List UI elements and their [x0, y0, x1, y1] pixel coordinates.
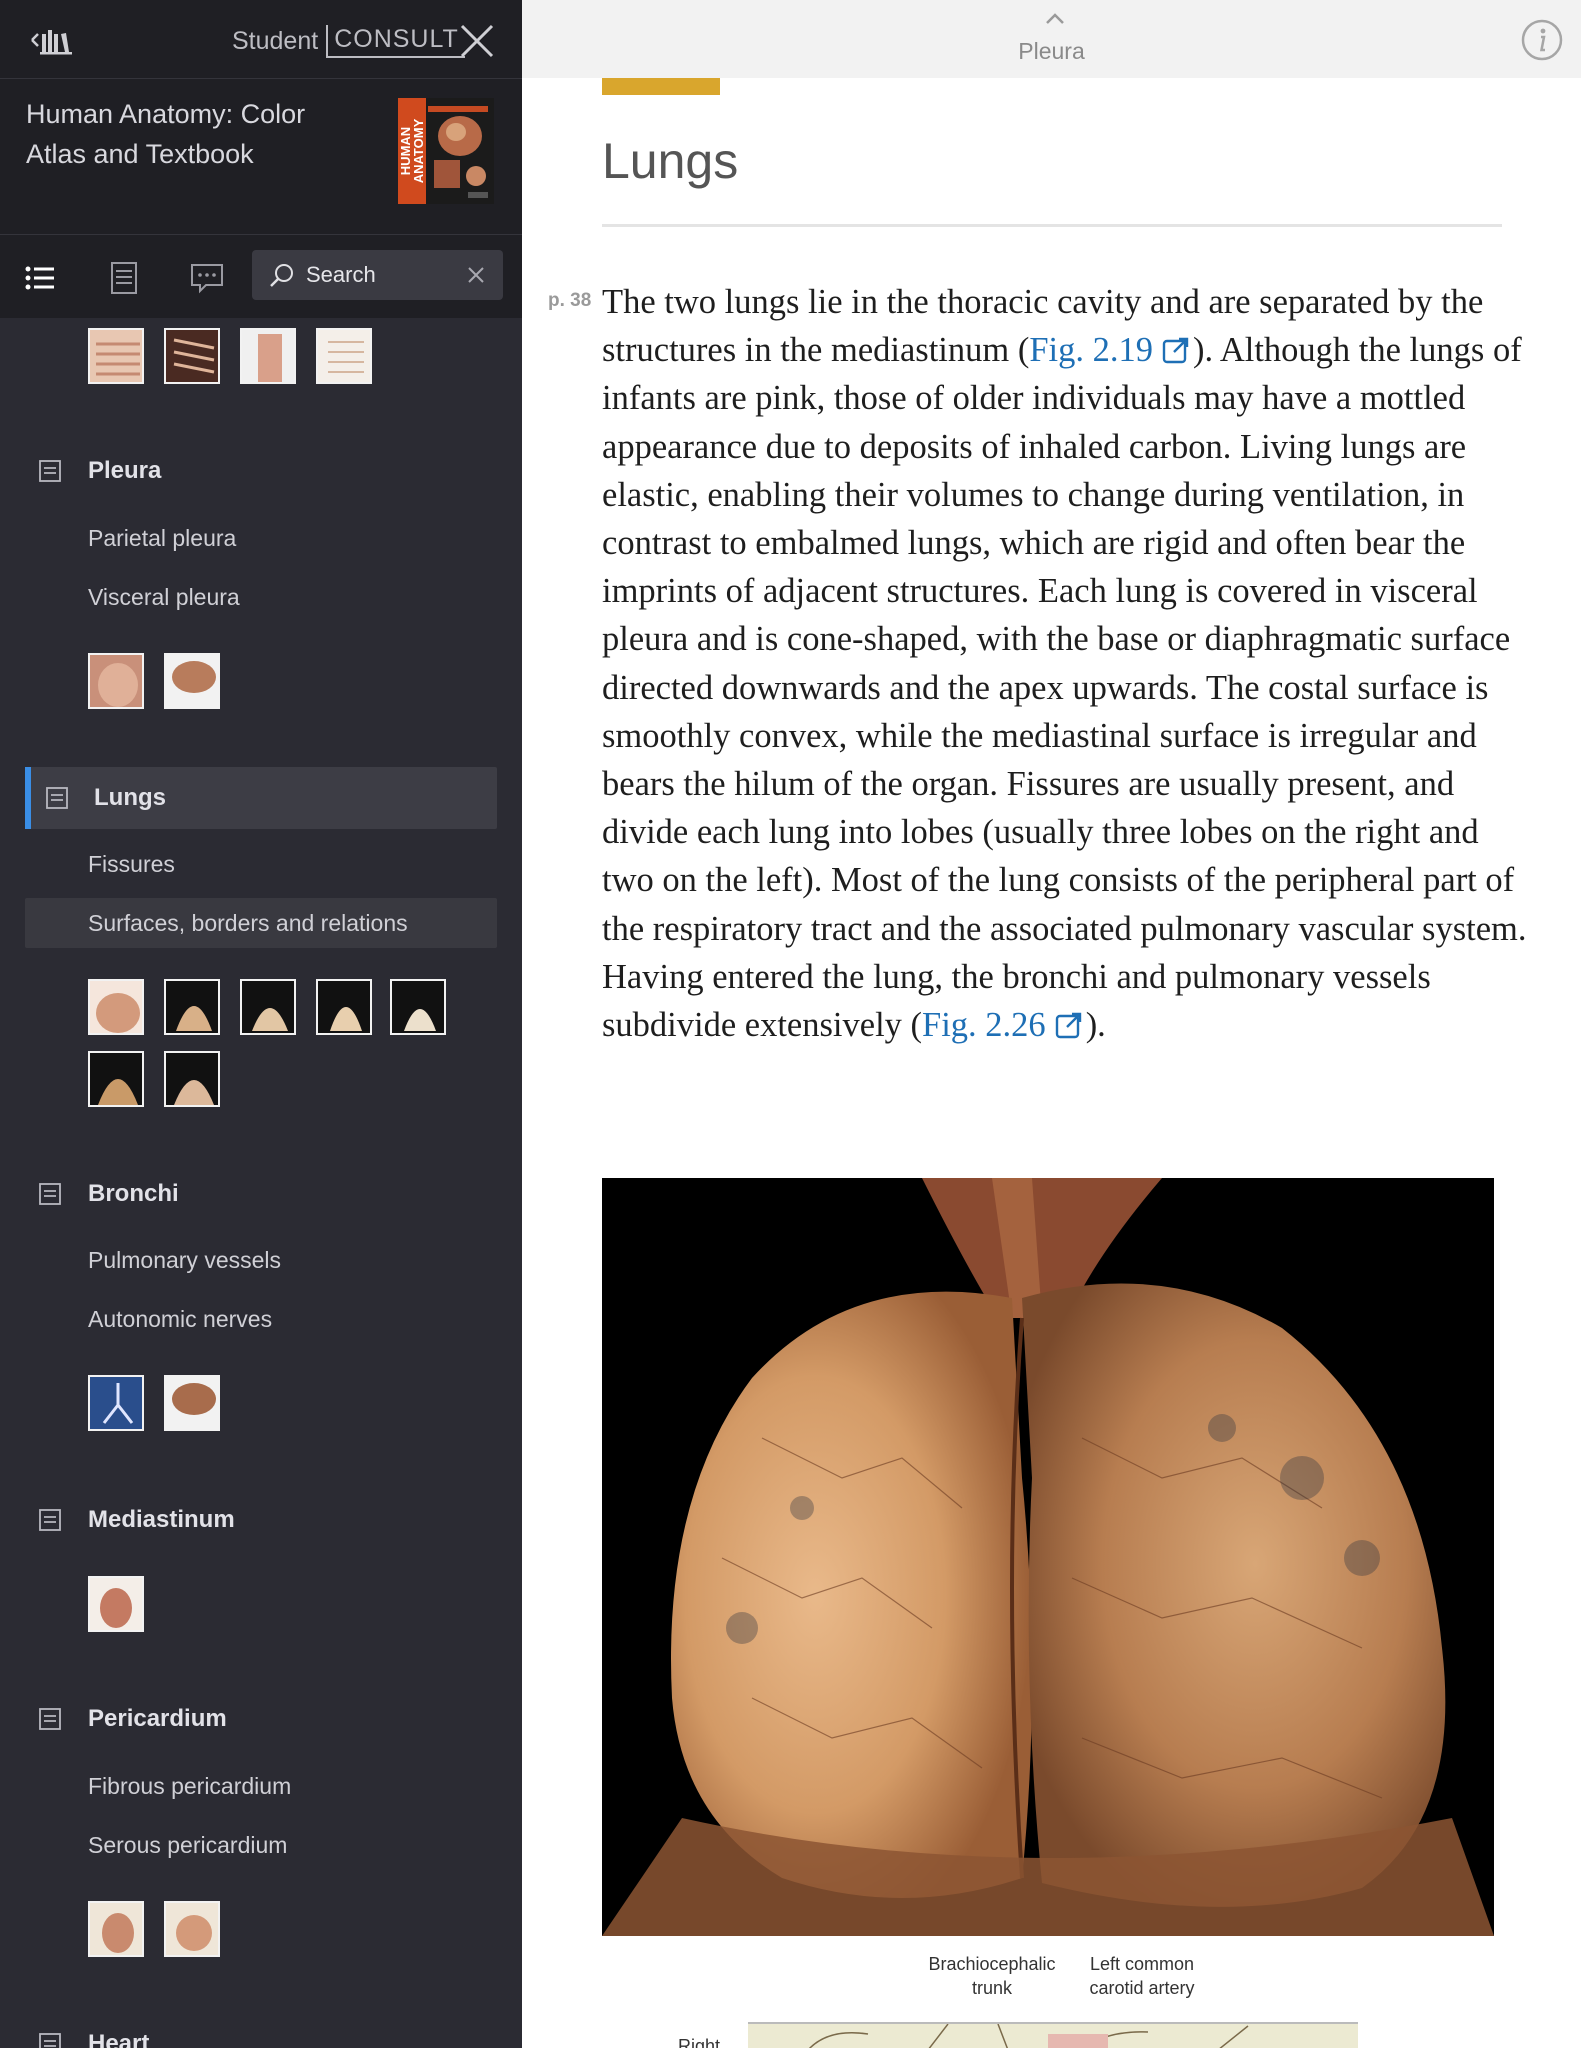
section-page-icon [46, 787, 68, 809]
search-input[interactable] [306, 258, 456, 292]
figure-thumbnail[interactable] [88, 328, 144, 384]
sidebar-topbar: Student CONSULT [0, 0, 522, 78]
chapter-title: Lungs [602, 133, 739, 189]
figure-thumbnail[interactable] [316, 979, 372, 1035]
section-page-icon [39, 460, 61, 482]
paragraph-text: ). [1085, 1006, 1106, 1045]
figure-thumbnail[interactable] [88, 979, 144, 1035]
figure-link-2-26[interactable]: Fig. 2.26 [922, 1006, 1086, 1044]
sidebar: Student CONSULT Human Anatomy: Color Atl… [0, 0, 522, 2048]
toc-sub-pulmonary-vessels[interactable]: Pulmonary vessels [25, 1235, 497, 1285]
toc-sub-label: Fissures [88, 851, 175, 877]
label-left-common-carotid: Left common carotid artery [1089, 1954, 1195, 1998]
toc-section-label: Pericardium [88, 1705, 227, 1732]
section-page-icon [39, 1509, 61, 1531]
toc-section-label: Heart [88, 2030, 150, 2048]
cover-title: HUMAN ANATOMY [398, 118, 426, 184]
reader-pane: Pleura Lungs p. 38 The two lungs lie in … [522, 0, 1581, 2048]
title-divider [602, 224, 1502, 227]
figure-thumbnail[interactable] [88, 653, 144, 709]
toc-section-lungs[interactable]: Lungs [25, 767, 497, 829]
toc-sub-label: Autonomic nerves [88, 1306, 273, 1332]
previous-section-link[interactable]: Pleura [522, 38, 1581, 65]
figure-thumbnail[interactable] [88, 1901, 144, 1957]
figure-thumbnail[interactable] [164, 1051, 220, 1107]
figure-thumbnail[interactable] [88, 1576, 144, 1632]
figure-thumbnail[interactable] [88, 1375, 144, 1431]
library-back-icon[interactable] [24, 22, 74, 58]
toc-section-label: Bronchi [88, 1180, 179, 1207]
figure-thumbnail[interactable] [164, 328, 220, 384]
figure-thumbnail[interactable] [164, 979, 220, 1035]
toc-sub-parietal-pleura[interactable]: Parietal pleura [25, 513, 497, 563]
divider [0, 234, 522, 235]
toc-sub-label: Fibrous pericardium [88, 1773, 292, 1799]
external-link-icon [1055, 1012, 1081, 1039]
info-icon[interactable] [1520, 18, 1564, 62]
chapter-accent-bar [602, 78, 720, 95]
toc-sub-autonomic-nerves[interactable]: Autonomic nerves [25, 1294, 497, 1344]
toc-sub-visceral-pleura[interactable]: Visceral pleura [25, 572, 497, 622]
figure-thumbnail[interactable] [240, 979, 296, 1035]
toc-section-heart[interactable]: Heart [0, 2013, 522, 2048]
notes-icon[interactable] [103, 257, 145, 299]
toc-section-label: Pleura [88, 457, 162, 484]
table-of-contents: Pleura Parietal pleura Visceral pleura L… [0, 318, 522, 2048]
toc-sub-surfaces-borders-relations[interactable]: Surfaces, borders and relations [25, 898, 497, 948]
divider [0, 78, 522, 79]
active-indicator [25, 767, 31, 829]
figure-2-labels: Brachiocephalic trunk Left common caroti… [522, 1952, 1581, 2012]
section-page-icon [39, 2033, 61, 2048]
figure-thumbnail[interactable] [164, 1901, 220, 1957]
toc-sub-label: Serous pericardium [88, 1832, 288, 1858]
figure-thumbnail[interactable] [316, 328, 372, 384]
toc-section-label: Mediastinum [88, 1506, 235, 1533]
label-right-partial: Right [678, 2036, 721, 2048]
figure-link-label: Fig. 2.19 [1029, 331, 1153, 370]
reader-header: Pleura [522, 0, 1581, 78]
toc-sub-label: Pulmonary vessels [88, 1247, 282, 1273]
page-marker: p. 38 [548, 290, 592, 311]
anatomy-diagram[interactable] [748, 2022, 1358, 2048]
toc-section-pericardium[interactable]: Pericardium [0, 1688, 522, 1750]
comment-icon[interactable] [186, 257, 228, 299]
toc-section-bronchi[interactable]: Bronchi [0, 1163, 522, 1225]
figure-thumbnail[interactable] [164, 653, 220, 709]
label-brachiocephalic-trunk: Brachiocephalic trunk [928, 1954, 1056, 1998]
figure-thumbnail[interactable] [240, 328, 296, 384]
section-page-icon [39, 1708, 61, 1730]
brand-student: Student [232, 26, 319, 55]
book-cover[interactable]: HUMAN ANATOMY [398, 98, 494, 204]
toc-section-pleura[interactable]: Pleura [0, 440, 522, 502]
list-icon[interactable] [20, 257, 62, 299]
section-page-icon [39, 1183, 61, 1205]
toc-sub-fibrous-pericardium[interactable]: Fibrous pericardium [25, 1761, 497, 1811]
lungs-specimen-figure[interactable] [602, 1178, 1494, 1936]
toc-section-mediastinum[interactable]: Mediastinum [0, 1489, 522, 1551]
search-icon [270, 264, 293, 287]
figure-thumbnail[interactable] [164, 1375, 220, 1431]
anatomy-diagram-art [808, 2024, 1249, 2048]
toc-sub-label: Surfaces, borders and relations [88, 910, 408, 936]
figure-thumbnail[interactable] [88, 1051, 144, 1107]
figure-link-2-19[interactable]: Fig. 2.19 [1029, 331, 1193, 369]
toc-section-label: Lungs [94, 784, 166, 811]
figure-link-label: Fig. 2.26 [922, 1006, 1046, 1045]
figure-thumbnail[interactable] [390, 979, 446, 1035]
toc-sub-label: Parietal pleura [88, 525, 237, 551]
book-title: Human Anatomy: Color Atlas and Textbook [26, 99, 306, 169]
clear-search-icon[interactable] [464, 263, 488, 287]
external-link-icon [1162, 338, 1189, 364]
lungs-photo [602, 1178, 1494, 1936]
brand-consult: CONSULT [326, 24, 465, 58]
chevron-up-icon[interactable] [1044, 10, 1066, 26]
toc-sub-label: Visceral pleura [88, 584, 240, 610]
body-paragraph: The two lungs lie in the thoracic cavity… [602, 278, 1532, 1049]
toc-sub-serous-pericardium[interactable]: Serous pericardium [25, 1820, 497, 1870]
search-box[interactable] [252, 250, 503, 300]
paragraph-text: ). Although the lungs of infants are pin… [602, 331, 1527, 1045]
close-icon[interactable] [458, 22, 496, 60]
student-consult-brand: Student CONSULT [232, 22, 465, 60]
toc-sub-fissures[interactable]: Fissures [25, 839, 497, 889]
